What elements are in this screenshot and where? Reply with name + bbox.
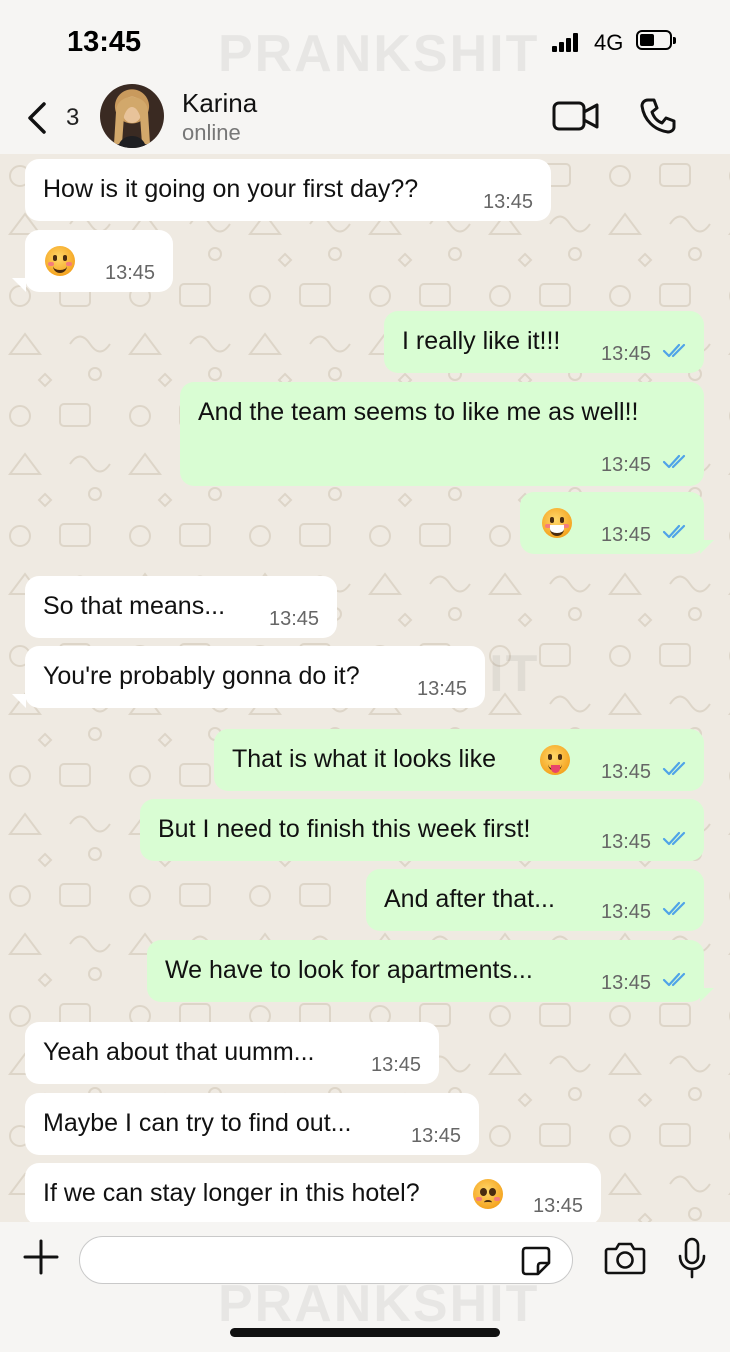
grinning-face-emoji	[542, 508, 572, 538]
message-outgoing[interactable]: I really like it!!! 13:45	[384, 311, 704, 373]
message-time: 13:45	[269, 608, 320, 630]
message-incoming[interactable]: 13:45	[25, 230, 173, 292]
contact-name[interactable]: Karina	[182, 88, 257, 119]
status-time: 13:45	[67, 26, 142, 58]
message-time: 13:45	[601, 524, 652, 546]
plus-icon[interactable]	[22, 1238, 60, 1276]
video-camera-icon[interactable]	[552, 100, 600, 132]
message-text: So that means...	[43, 592, 226, 620]
bubble-tail	[12, 694, 26, 708]
message-time: 13:45	[601, 454, 652, 476]
message-outgoing[interactable]: But I need to finish this week first! 13…	[140, 799, 704, 861]
watermark-bottom: PRANKSHIT	[218, 1275, 540, 1333]
message-time: 13:45	[601, 343, 652, 365]
back-unread-count[interactable]: 3	[66, 104, 79, 132]
message-time: 13:45	[601, 901, 652, 923]
message-text: We have to look for apartments...	[165, 956, 533, 984]
camera-icon[interactable]	[604, 1240, 646, 1276]
message-outgoing[interactable]: 13:45	[520, 492, 704, 554]
message-incoming[interactable]: Yeah about that uumm... 13:45	[25, 1022, 439, 1084]
contact-avatar[interactable]	[100, 84, 164, 148]
message-outgoing[interactable]: And after that... 13:45	[366, 869, 704, 931]
watermark-top: PRANKSHIT	[218, 25, 540, 83]
message-incoming[interactable]: How is it going on your first day?? 13:4…	[25, 159, 551, 221]
message-outgoing[interactable]: That is what it looks like 13:45	[214, 729, 704, 791]
read-receipt-icon	[662, 343, 686, 358]
pleading-face-emoji	[473, 1179, 503, 1209]
message-time: 13:45	[601, 831, 652, 853]
contact-status: online	[182, 120, 241, 145]
read-receipt-icon	[662, 454, 686, 469]
bubble-tail	[700, 540, 714, 554]
sticker-icon[interactable]	[520, 1245, 552, 1277]
read-receipt-icon	[662, 901, 686, 916]
message-incoming[interactable]: If we can stay longer in this hotel? 13:…	[25, 1163, 601, 1222]
phone-icon[interactable]	[638, 96, 678, 136]
message-text: That is what it looks like	[232, 745, 496, 773]
message-time: 13:45	[371, 1054, 422, 1076]
message-outgoing[interactable]: We have to look for apartments... 13:45	[147, 940, 704, 1002]
message-incoming[interactable]: You're probably gonna do it? 13:45	[25, 646, 485, 708]
message-text: If we can stay longer in this hotel?	[43, 1179, 420, 1207]
bubble-tail	[700, 988, 714, 1002]
message-text: Yeah about that uumm...	[43, 1038, 315, 1066]
message-outgoing[interactable]: And the team seems to like me as well!! …	[180, 382, 704, 486]
message-text: I really like it!!!	[402, 327, 561, 355]
message-text: How is it going on your first day??	[43, 175, 419, 203]
message-time: 13:45	[601, 761, 652, 783]
microphone-icon[interactable]	[676, 1236, 708, 1280]
battery-icon	[636, 30, 676, 50]
message-text: And the team seems to like me as well!!	[198, 398, 639, 426]
network-label: 4G	[594, 30, 624, 55]
bubble-tail	[12, 278, 26, 292]
smiling-face-emoji	[45, 246, 75, 276]
message-time: 13:45	[483, 191, 534, 213]
chevron-left-icon[interactable]	[24, 98, 54, 138]
message-incoming[interactable]: Maybe I can try to find out... 13:45	[25, 1093, 479, 1155]
chat-header: 3 Karina online	[0, 82, 730, 154]
message-incoming[interactable]: So that means... 13:45	[25, 576, 337, 638]
message-text: But I need to finish this week first!	[158, 815, 531, 843]
signal-icon	[552, 32, 584, 52]
status-bar: 13:45 PRANKSHIT 4G	[0, 0, 730, 83]
message-text: Maybe I can try to find out...	[43, 1109, 352, 1137]
message-time: 13:45	[533, 1195, 584, 1217]
message-text: You're probably gonna do it?	[43, 662, 360, 690]
message-time: 13:45	[417, 678, 468, 700]
read-receipt-icon	[662, 761, 686, 776]
read-receipt-icon	[662, 524, 686, 539]
read-receipt-icon	[662, 831, 686, 846]
home-indicator[interactable]	[230, 1328, 500, 1337]
message-time: 13:45	[601, 972, 652, 994]
message-time: 13:45	[411, 1125, 462, 1147]
chat-area[interactable]: PRANKSHIT How is it going on your first …	[0, 154, 730, 1222]
read-receipt-icon	[662, 972, 686, 987]
tongue-face-emoji	[540, 745, 570, 775]
message-time: 13:45	[105, 262, 156, 284]
message-text: And after that...	[384, 885, 555, 913]
